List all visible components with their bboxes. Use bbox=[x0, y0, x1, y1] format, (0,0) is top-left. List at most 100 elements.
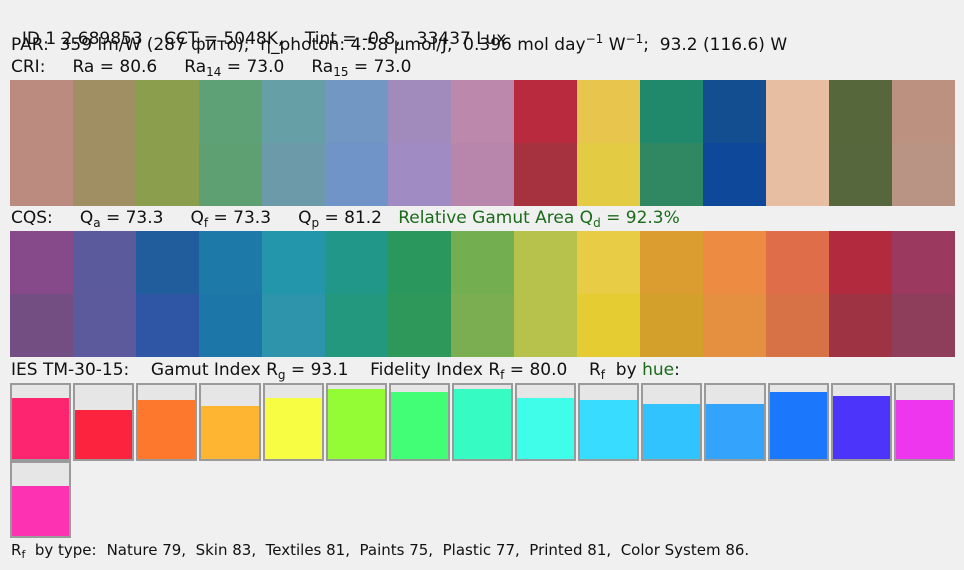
par-suffix: ; 93.2 (116.6) W bbox=[643, 35, 788, 55]
cri-swatch-reference bbox=[703, 80, 766, 143]
cri-swatch-14 bbox=[829, 80, 892, 206]
cri-swatch-reference bbox=[262, 80, 325, 143]
cqs-swatch-1 bbox=[10, 231, 73, 357]
cri-swatch-5 bbox=[262, 80, 325, 206]
par-mid: W bbox=[603, 35, 626, 55]
cri-swatch-test bbox=[577, 143, 640, 206]
cqs-swatch-reference bbox=[703, 231, 766, 294]
cqs-swatch-reference bbox=[262, 231, 325, 294]
rf-hue-bar-fill bbox=[580, 400, 638, 459]
cqs-swatch-test bbox=[10, 294, 73, 357]
cri-ra: Ra = 80.6 bbox=[72, 57, 158, 77]
par-sup2: −1 bbox=[625, 32, 644, 46]
cqs-swatch-9 bbox=[514, 231, 577, 357]
cri-swatch-2 bbox=[73, 80, 136, 206]
cqs-swatch-test bbox=[514, 294, 577, 357]
cqs-swatch-reference bbox=[892, 231, 955, 294]
cqs-swatch-10 bbox=[577, 231, 640, 357]
cri-swatch-12 bbox=[703, 80, 766, 206]
cri-swatch-reference bbox=[73, 80, 136, 143]
cri-line: CRI: Ra = 80.6 Ra14 = 73.0 Ra15 = 73.0 bbox=[11, 57, 412, 79]
cri-swatch-grid bbox=[10, 80, 955, 206]
cri-swatch-test bbox=[766, 143, 829, 206]
par-sup1: −1 bbox=[585, 32, 604, 46]
rf-hue-bar-10 bbox=[578, 383, 640, 461]
cqs-swatch-test bbox=[829, 294, 892, 357]
cqs-swatch-test bbox=[199, 294, 262, 357]
cri-swatch-test bbox=[199, 143, 262, 206]
cqs-swatch-reference bbox=[73, 231, 136, 294]
cqs-swatch-test bbox=[640, 294, 703, 357]
ies-rf: Fidelity Index Rf = 80.0 bbox=[370, 360, 568, 382]
cqs-qp: Qp = 81.2 bbox=[298, 208, 382, 230]
rf-hue-bar-2 bbox=[73, 383, 135, 461]
cqs-swatch-test bbox=[73, 294, 136, 357]
cqs-swatch-7 bbox=[388, 231, 451, 357]
cri-swatch-test bbox=[829, 143, 892, 206]
cri-swatch-test bbox=[10, 143, 73, 206]
cqs-qf: Qf = 73.3 bbox=[190, 208, 272, 230]
cri-swatch-13 bbox=[766, 80, 829, 206]
ies-by-hue: Rf by hue: bbox=[588, 360, 680, 382]
par-line: PAR: 359 lm/W (287 фито); η_photon: 4.58… bbox=[11, 32, 788, 55]
rf-hue-bar-6 bbox=[325, 383, 387, 461]
cqs-label: CQS: bbox=[11, 208, 53, 228]
cqs-swatch-test bbox=[577, 294, 640, 357]
cqs-swatch-6 bbox=[325, 231, 388, 357]
cri-swatch-reference bbox=[829, 80, 892, 143]
cqs-swatch-3 bbox=[136, 231, 199, 357]
cqs-gamut: Relative Gamut Area Qd = 92.3% bbox=[398, 208, 680, 230]
cri-swatch-reference bbox=[199, 80, 262, 143]
cri-swatch-reference bbox=[577, 80, 640, 143]
cqs-swatch-reference bbox=[136, 231, 199, 294]
cri-swatch-reference bbox=[388, 80, 451, 143]
cqs-swatch-reference bbox=[199, 231, 262, 294]
rf-hue-bar-15 bbox=[893, 383, 955, 461]
cri-swatch-test bbox=[892, 143, 955, 206]
rf-hue-bar-5 bbox=[262, 383, 324, 461]
rf-hue-bar-11 bbox=[641, 383, 703, 461]
cri-swatch-test bbox=[514, 143, 577, 206]
cqs-line: CQS: Qa = 73.3 Qf = 73.3 Qp = 81.2 Relat… bbox=[11, 208, 680, 230]
cri-swatch-11 bbox=[640, 80, 703, 206]
cri-swatch-10 bbox=[577, 80, 640, 206]
cqs-swatch-reference bbox=[829, 231, 892, 294]
cri-swatch-reference bbox=[766, 80, 829, 143]
rf-hue-bar-13 bbox=[767, 383, 829, 461]
cri-swatch-reference bbox=[10, 80, 73, 143]
rf-hue-bar-fill bbox=[390, 391, 448, 459]
cqs-swatch-reference bbox=[325, 231, 388, 294]
cqs-swatch-11 bbox=[640, 231, 703, 357]
cri-swatch-reference bbox=[325, 80, 388, 143]
rf-hue-bar-16 bbox=[10, 460, 72, 538]
cri-swatch-6 bbox=[325, 80, 388, 206]
cqs-swatch-13 bbox=[766, 231, 829, 357]
rf-hue-bar-fill bbox=[75, 410, 133, 459]
rf-by-type-label: by type: bbox=[25, 541, 97, 559]
rf-hue-bar-fill bbox=[453, 389, 512, 459]
rf-hue-bar-fill bbox=[643, 404, 701, 459]
cqs-swatch-reference bbox=[640, 231, 703, 294]
cri-swatch-1 bbox=[10, 80, 73, 206]
cri-swatch-test bbox=[325, 143, 388, 206]
cri-swatch-8 bbox=[451, 80, 514, 206]
cqs-swatch-reference bbox=[388, 231, 451, 294]
cqs-swatch-test bbox=[703, 294, 766, 357]
cqs-swatch-test bbox=[766, 294, 829, 357]
cri-swatch-test bbox=[73, 143, 136, 206]
cri-swatch-test bbox=[262, 143, 325, 206]
rf-hue-bar-fill bbox=[895, 400, 953, 459]
rf-hue-bar-fill bbox=[327, 388, 385, 459]
cqs-swatch-2 bbox=[73, 231, 136, 357]
cri-swatch-reference bbox=[892, 80, 955, 143]
rf-hue-bar-12 bbox=[704, 383, 766, 461]
cqs-swatch-test bbox=[325, 294, 388, 357]
rf-hue-bar-fill bbox=[706, 404, 764, 459]
cqs-qa: Qa = 73.3 bbox=[79, 208, 164, 230]
rf-hue-bar-fill bbox=[832, 396, 890, 459]
cri-swatch-15 bbox=[892, 80, 955, 206]
rf-hue-bar-9 bbox=[515, 383, 577, 461]
rf-hue-bar-fill bbox=[264, 397, 322, 459]
cri-ra15: Ra15 = 73.0 bbox=[311, 57, 412, 79]
cqs-swatch-reference bbox=[514, 231, 577, 294]
